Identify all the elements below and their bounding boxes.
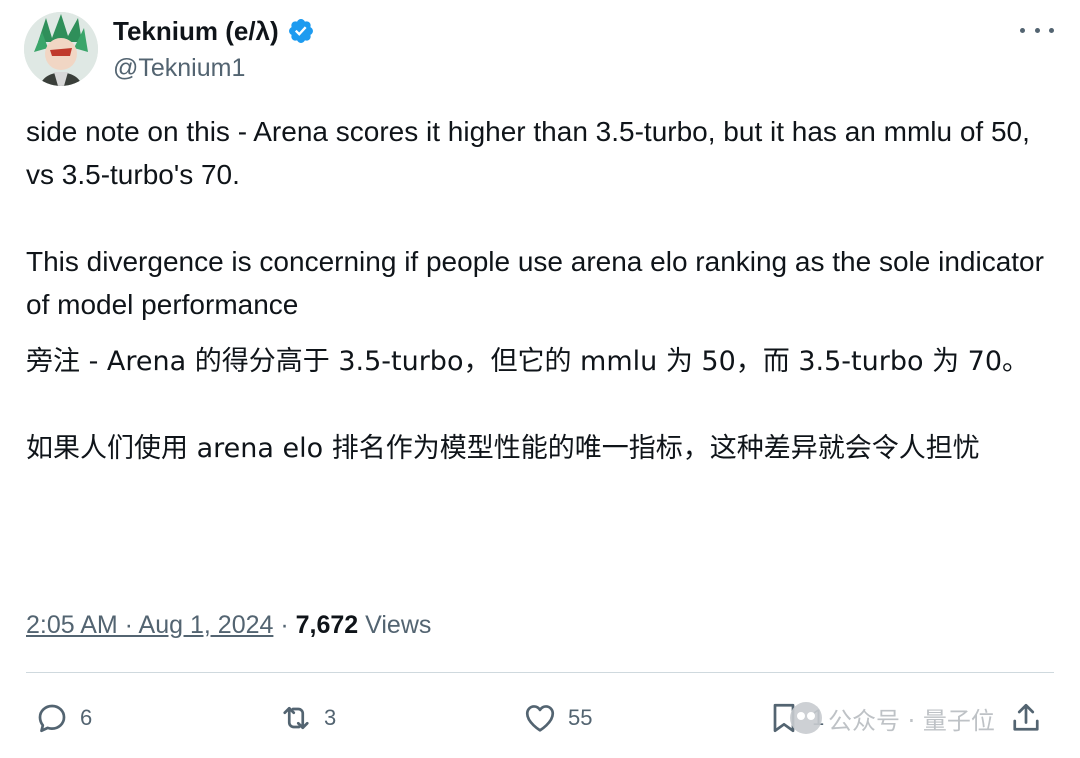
tweet-text: side note on this - Arena scores it high… — [26, 110, 1056, 470]
retweet-count: 3 — [324, 705, 337, 730]
share-button[interactable] — [1008, 695, 1044, 741]
tweet-paragraph: side note on this - Arena scores it high… — [26, 116, 1030, 190]
retweet-button[interactable]: 3 — [278, 695, 336, 741]
reply-icon — [38, 704, 66, 733]
wechat-logo-icon — [790, 702, 822, 734]
share-icon — [1013, 703, 1039, 731]
author-handle[interactable]: @Teknium1 — [113, 52, 245, 84]
verified-badge-icon[interactable] — [287, 17, 315, 45]
more-dot — [1034, 27, 1040, 33]
reply-count: 6 — [80, 705, 93, 730]
author-display-name[interactable]: Teknium (e/λ) — [113, 14, 279, 48]
views-count: 7,672 — [295, 611, 359, 639]
more-dot — [1020, 27, 1025, 33]
translation-paragraph: 如果人们使用 arena elo 排名作为模型性能的唯一指标，这种差异就会令人担… — [26, 433, 980, 464]
more-options-icon[interactable] — [1020, 18, 1054, 42]
translation-paragraph: 旁注 - Arena 的得分高于 3.5-turbo，但它的 mmlu 为 50… — [26, 346, 1030, 377]
heart-icon — [525, 705, 555, 732]
watermark: 公众号 · 量子位 — [790, 695, 995, 741]
avatar[interactable] — [24, 12, 98, 86]
reply-button[interactable]: 6 — [34, 695, 92, 741]
watermark-text: 公众号 · 量子位 — [828, 706, 995, 735]
timestamp-link[interactable]: 2:05 AM · Aug 1, 2024 — [26, 611, 273, 639]
avatar-image — [24, 12, 98, 86]
views-label: Views — [365, 611, 432, 639]
meta-separator: · — [273, 611, 296, 639]
like-button[interactable]: 55 — [522, 695, 592, 741]
tweet-meta: 2:05 AM · Aug 1, 2024 · 7,672 Views — [26, 606, 431, 644]
tweet-paragraph: This divergence is concerning if people … — [26, 246, 1044, 320]
divider — [26, 672, 1054, 673]
author-name-row[interactable]: Teknium (e/λ) — [113, 14, 315, 48]
more-dot — [1049, 27, 1054, 33]
like-count: 55 — [568, 705, 593, 730]
retweet-icon — [283, 706, 309, 730]
